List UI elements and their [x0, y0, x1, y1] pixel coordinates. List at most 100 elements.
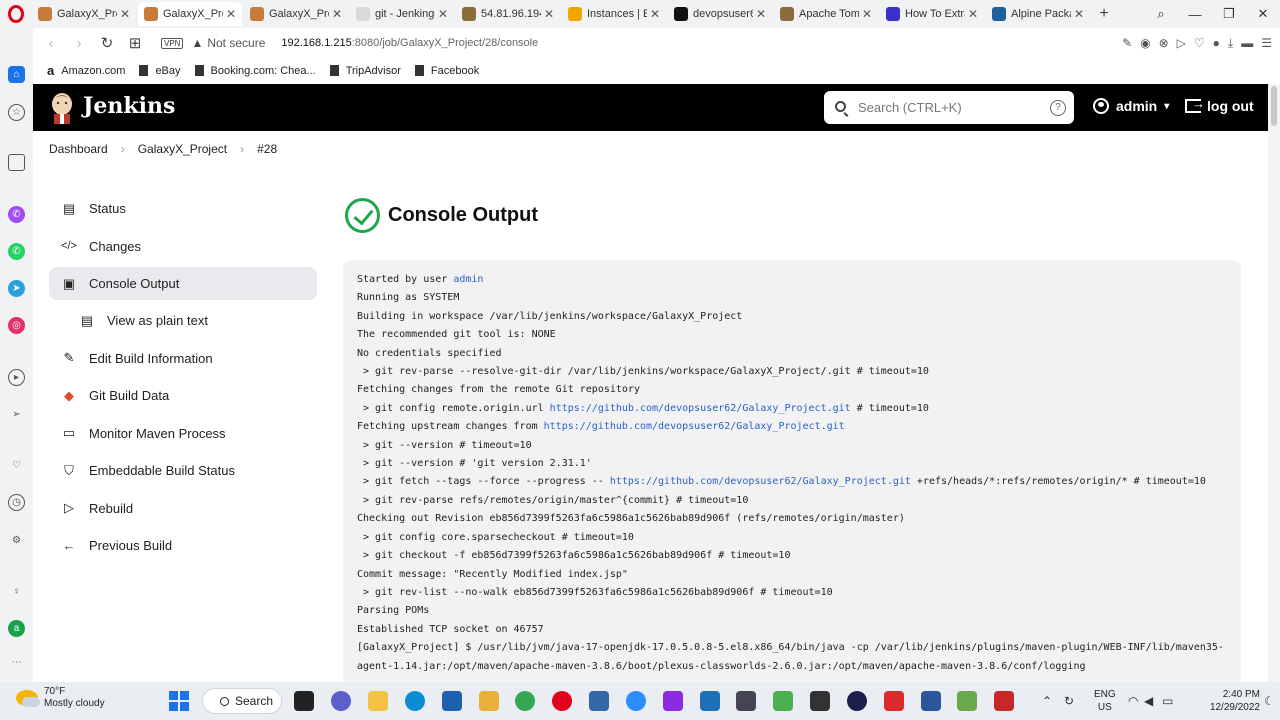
account-icon[interactable]: ● — [1213, 36, 1220, 50]
task-edit-build-information[interactable]: ✎ Edit Build Information — [49, 340, 317, 378]
close-icon[interactable]: ✕ — [120, 7, 130, 21]
task-view-as-plain-text[interactable]: ▤ View as plain text — [49, 302, 317, 340]
back-button[interactable]: ‹ — [37, 35, 65, 52]
easy-setup-icon[interactable]: ☰ — [1261, 36, 1272, 50]
warning-icon[interactable]: ▲ — [191, 36, 203, 50]
browser-tab[interactable]: git - Jenkings ✕ — [350, 2, 454, 26]
console-output[interactable]: Started by user admin Running as SYSTEM Bu… — [343, 260, 1241, 690]
minimize-button[interactable]: — — [1178, 7, 1212, 22]
edit-icon[interactable]: ✎ — [1122, 36, 1132, 50]
download-icon[interactable]: ⤓ — [1228, 36, 1233, 51]
visual-studio-icon[interactable] — [663, 691, 683, 711]
task-view-icon[interactable] — [294, 691, 314, 711]
language-indicator[interactable]: ENG US — [1094, 688, 1116, 714]
chevron-up-icon[interactable]: ⌃ — [1042, 694, 1052, 708]
remote-desktop-icon[interactable] — [589, 691, 609, 711]
chrome-icon[interactable] — [515, 691, 535, 711]
browser-tab[interactable]: Apache Tomc ✕ — [774, 2, 878, 26]
aria-icon[interactable]: a — [8, 620, 25, 637]
opera-logo-icon[interactable] — [0, 0, 32, 28]
console-link[interactable]: https://github.com/devopsuser62/Galaxy_P… — [550, 403, 851, 414]
url-field[interactable]: 192.168.1.215:8080/job/GalaxyX_Project/2… — [281, 37, 538, 49]
browser-tab[interactable]: 54.81.96.194:✕ — [456, 2, 560, 26]
start-button[interactable] — [169, 691, 189, 711]
jenkins-logo-icon[interactable] — [49, 90, 75, 124]
logout-link[interactable]: log out — [1185, 96, 1254, 114]
battery-icon[interactable]: ▬ — [1241, 36, 1253, 50]
notification-icon[interactable]: ☾ — [1264, 694, 1275, 708]
task-previous-build[interactable]: ← Previous Build — [49, 527, 317, 565]
send-icon[interactable]: ➢ — [8, 406, 25, 423]
bookmark-facebook[interactable]: Facebook — [414, 65, 479, 77]
help-icon[interactable]: ? — [1050, 100, 1066, 116]
bookmark-tripadvisor[interactable]: TripAdvisor — [329, 65, 401, 77]
messenger-icon[interactable]: ✆ — [8, 206, 25, 223]
virtualbox-icon[interactable] — [736, 691, 756, 711]
task-status[interactable]: ▤ Status — [49, 190, 317, 228]
task-console-output[interactable]: ▣ Console Output — [49, 267, 317, 300]
task-embeddable-build-status[interactable]: ⛉ Embeddable Build Status — [49, 452, 317, 490]
browser-tab[interactable]: Instances | EC✕ — [562, 2, 666, 26]
search-input[interactable] — [858, 97, 1038, 117]
scrollbar-thumb[interactable] — [1271, 86, 1277, 126]
new-tab-button[interactable]: + — [1092, 5, 1116, 23]
breadcrumb-project[interactable]: GalaxyX_Project — [138, 142, 227, 156]
bookmark-ebay[interactable]: eBay — [139, 65, 181, 77]
adblock-icon[interactable]: ⊗ — [1159, 36, 1169, 50]
teams-chat-icon[interactable] — [331, 691, 351, 711]
close-icon[interactable]: ✕ — [438, 7, 448, 21]
heart-icon[interactable]: ♡ — [8, 457, 25, 474]
history-icon[interactable]: ◷ — [8, 494, 25, 511]
close-icon[interactable]: ✕ — [968, 7, 978, 21]
task-monitor-maven-process[interactable]: ▭ Monitor Maven Process — [49, 415, 317, 453]
volume-icon[interactable]: ◀ — [1144, 694, 1153, 708]
forward-button[interactable]: › — [65, 35, 93, 52]
app-icon[interactable] — [957, 691, 977, 711]
bookmark-amazon[interactable]: a Amazon.com — [47, 63, 125, 78]
browser-tab[interactable]: devopsuser62✕ — [668, 2, 772, 26]
store-icon[interactable] — [442, 691, 462, 711]
app-icon[interactable] — [773, 691, 793, 711]
close-icon[interactable]: ✕ — [1074, 7, 1084, 21]
search-box[interactable]: ? — [824, 91, 1074, 124]
acrobat-icon[interactable] — [884, 691, 904, 711]
console-link[interactable]: https://github.com/devopsuser62/Galaxy_P… — [544, 421, 845, 432]
breadcrumb-dashboard[interactable]: Dashboard — [49, 142, 108, 156]
task-git-build-data[interactable]: ◆ Git Build Data — [49, 377, 317, 415]
file-explorer-icon[interactable] — [368, 691, 388, 711]
bookmark-booking[interactable]: Booking.com: Chea... — [194, 65, 316, 77]
whatsapp-icon[interactable]: ✆ — [8, 243, 25, 260]
browser-tab[interactable]: GalaxyX_Proje✕ — [138, 2, 242, 26]
instagram-icon[interactable]: ◎ — [8, 317, 25, 334]
browser-tab[interactable]: Alpine Packag✕ — [986, 2, 1090, 26]
more-icon[interactable]: ⋯ — [8, 654, 25, 671]
console-link[interactable]: https://github.com/devopsuser62/Galaxy_P… — [610, 476, 911, 487]
close-icon[interactable]: ✕ — [862, 7, 872, 21]
heart-icon[interactable]: ♡ — [1194, 36, 1205, 50]
tips-icon[interactable]: ♀ — [8, 583, 25, 600]
battery-icon[interactable]: ▭ — [1162, 694, 1173, 708]
vpn-badge[interactable]: VPN — [161, 37, 184, 49]
eclipse-icon[interactable] — [847, 691, 867, 711]
browser-tab[interactable]: How To Extrac✕ — [880, 2, 984, 26]
terminal-icon[interactable] — [810, 691, 830, 711]
star-icon[interactable]: ☆ — [8, 104, 25, 121]
close-icon[interactable]: ✕ — [756, 7, 766, 21]
task-changes[interactable]: </> Changes — [49, 228, 317, 266]
jenkins-title[interactable]: Jenkins — [83, 93, 175, 119]
taskbar-search[interactable]: Search — [202, 688, 282, 714]
browser-tab[interactable]: GalaxyX_Proje✕ — [244, 2, 348, 26]
close-icon[interactable]: ✕ — [332, 7, 342, 21]
notepad-icon[interactable] — [700, 691, 720, 711]
player-icon[interactable]: ▸ — [8, 369, 25, 386]
sync-icon[interactable]: ↻ — [1064, 694, 1074, 708]
send-icon[interactable]: ▷ — [1177, 36, 1186, 50]
wifi-icon[interactable]: ◠ — [1128, 694, 1138, 708]
wallet-icon[interactable] — [8, 154, 25, 171]
telegram-icon[interactable]: ➤ — [8, 280, 25, 297]
search-tabs-icon[interactable]: ⌕ — [1144, 6, 1178, 22]
close-window-button[interactable]: ✕ — [1246, 6, 1280, 22]
restore-button[interactable]: ❐ — [1212, 6, 1246, 22]
task-rebuild[interactable]: ▷ Rebuild — [49, 490, 317, 528]
home-icon[interactable]: ⌂ — [8, 66, 25, 83]
